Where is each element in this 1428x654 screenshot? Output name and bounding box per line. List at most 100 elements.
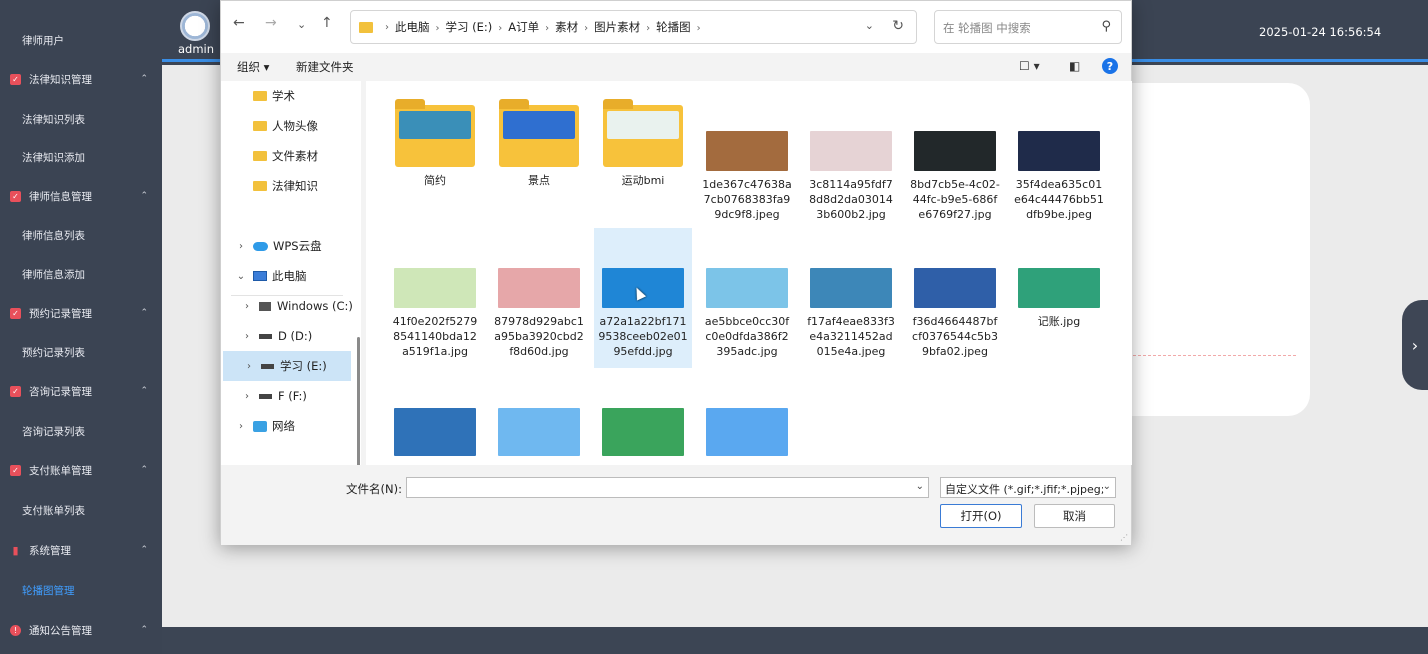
recent-dropdown-icon[interactable]: ⌄: [297, 18, 306, 31]
file-type-select[interactable]: 自定义文件 (*.gif;*.jfif;*.pjpeg; ⌄: [940, 477, 1116, 498]
breadcrumb-item[interactable]: 学习 (E:): [446, 20, 493, 34]
network-icon: [253, 420, 267, 432]
open-button[interactable]: 打开(O): [940, 504, 1022, 528]
chevron-right-icon[interactable]: ›: [241, 301, 253, 312]
breadcrumb-separator-icon[interactable]: ›: [646, 23, 650, 34]
sidebar: 律师用户 ✓ 法律知识管理 ⌃ 法律知识列表 法律知识添加 ✓ 律师信息管理 ⌃ 律师信息列表 律师…: [0, 0, 162, 654]
preview-pane-icon[interactable]: ◧: [1069, 59, 1080, 73]
chevron-down-icon[interactable]: ⌄: [916, 481, 924, 492]
file-item[interactable]: 35f4dea635c01e64c44476bb51dfb9be.jpeg: [1010, 91, 1108, 222]
refresh-icon[interactable]: ↻: [892, 18, 904, 34]
nav-item[interactable]: 文件素材: [221, 141, 353, 171]
breadcrumb-separator-icon[interactable]: ›: [584, 23, 588, 34]
checkbox-icon: ✓: [10, 190, 21, 202]
breadcrumb-item[interactable]: 此电脑: [395, 20, 430, 34]
file-item[interactable]: [386, 396, 484, 462]
file-item[interactable]: [594, 396, 692, 462]
nav-item[interactable]: › WPS云盘: [221, 231, 353, 261]
content-card: [1120, 83, 1310, 416]
forward-arrow-icon[interactable]: →: [265, 15, 277, 31]
breadcrumb-separator-icon[interactable]: ›: [697, 23, 701, 34]
sidebar-item[interactable]: ✓ 律师信息管理 ⌃: [0, 177, 162, 215]
chevron-right-icon[interactable]: ›: [235, 241, 247, 252]
file-item[interactable]: 记账.jpg: [1010, 228, 1108, 329]
nav-item[interactable]: › Windows (C:): [221, 291, 353, 321]
sidebar-item[interactable]: 预约记录列表: [0, 333, 162, 371]
help-icon[interactable]: ?: [1102, 58, 1118, 74]
file-item[interactable]: [698, 396, 796, 462]
file-name: 35f4dea635c01e64c44476bb51dfb9be.jpeg: [1014, 178, 1104, 221]
view-mode-icon[interactable]: ☐ ▾: [1019, 59, 1040, 73]
breadcrumb-separator-icon[interactable]: ›: [545, 23, 549, 34]
sidebar-item[interactable]: 轮播图管理: [0, 571, 162, 609]
nav-item[interactable]: › D (D:): [221, 321, 353, 351]
breadcrumb-item[interactable]: 图片素材: [594, 20, 640, 34]
folder-item[interactable]: 简约: [386, 91, 484, 188]
folder-item[interactable]: 运动bmi: [594, 91, 692, 188]
folder-item[interactable]: 景点: [490, 91, 588, 188]
file-item[interactable]: 3c8114a95fdf78d8d2da030143b600b2.jpg: [802, 91, 900, 222]
sidebar-item[interactable]: 律师用户: [0, 21, 162, 59]
image-thumbnail: [1018, 131, 1100, 171]
nav-item[interactable]: 人物头像: [221, 111, 353, 141]
chevron-down-icon[interactable]: ⌄: [235, 271, 247, 282]
sidebar-item[interactable]: 律师信息添加: [0, 255, 162, 293]
resize-grip-icon[interactable]: ⋰: [1120, 533, 1128, 542]
avatar[interactable]: [180, 11, 210, 41]
nav-item[interactable]: › 网络: [221, 411, 353, 441]
organize-button[interactable]: 组织 ▾: [237, 59, 269, 75]
chevron-right-icon[interactable]: ›: [241, 331, 253, 342]
nav-item[interactable]: 法律知识: [221, 171, 353, 201]
chevron-up-icon: ⌃: [140, 191, 148, 201]
file-item[interactable]: f17af4eae833f3e4a3211452ad015e4a.jpeg: [802, 228, 900, 359]
new-folder-button[interactable]: 新建文件夹: [296, 59, 354, 75]
file-item[interactable]: 87978d929abc1a95ba3920cbd2f8d60d.jpg: [490, 228, 588, 359]
chevron-up-icon: ⌃: [140, 386, 148, 396]
file-item[interactable]: [490, 396, 588, 462]
chevron-down-icon[interactable]: ⌄: [865, 19, 874, 32]
sidebar-item[interactable]: ✓ 支付账单管理 ⌃: [0, 451, 162, 489]
sidebar-item[interactable]: ▮ 系统管理 ⌃: [0, 531, 162, 569]
sidebar-item[interactable]: 法律知识列表: [0, 100, 162, 138]
nav-item-label: F (F:): [278, 389, 307, 403]
nav-item[interactable]: 学术: [221, 81, 353, 111]
file-item[interactable]: 1de367c47638a7cb0768383fa99dc9f8.jpeg: [698, 91, 796, 222]
sidebar-item[interactable]: 支付账单列表: [0, 491, 162, 529]
nav-item[interactable]: › 学习 (E:): [223, 351, 351, 381]
breadcrumb-separator-icon[interactable]: ›: [436, 23, 440, 34]
cancel-button[interactable]: 取消: [1034, 504, 1115, 528]
address-bar[interactable]: › 此电脑 › 学习 (E:) › A订单 › 素材 › 图片素材 › 轮播图 › ⌄ ↻: [350, 10, 917, 44]
breadcrumb-item[interactable]: 轮播图: [656, 20, 691, 34]
sidebar-item[interactable]: 咨询记录列表: [0, 412, 162, 450]
file-item[interactable]: f36d4664487bfcf0376544c5b39bfa02.jpeg: [906, 228, 1004, 359]
search-input[interactable]: 在 轮播图 中搜索 ⚲: [934, 10, 1122, 44]
nav-item[interactable]: ⌄ 此电脑: [221, 261, 353, 291]
chevron-right-icon[interactable]: ›: [235, 421, 247, 432]
breadcrumb-item[interactable]: 素材: [555, 20, 578, 34]
file-item[interactable]: ae5bbce0cc30fc0e0dfda386f2395adc.jpg: [698, 228, 796, 359]
admin-label[interactable]: admin: [178, 42, 214, 56]
nav-item[interactable]: › F (F:): [221, 381, 353, 411]
nav-item-label: 此电脑: [272, 269, 307, 283]
sidebar-item[interactable]: ✓ 预约记录管理 ⌃: [0, 294, 162, 332]
sidebar-item-label: 轮播图管理: [22, 584, 75, 597]
file-item[interactable]: 8bd7cb5e-4c02-44fc-b9e5-686fe6769f27.jpg: [906, 91, 1004, 222]
sidebar-item[interactable]: 法律知识添加: [0, 138, 162, 176]
sidebar-item[interactable]: 律师信息列表: [0, 216, 162, 254]
chevron-right-icon[interactable]: ›: [241, 391, 253, 402]
back-arrow-icon[interactable]: ←: [233, 15, 245, 31]
breadcrumb-separator-icon[interactable]: ›: [498, 23, 502, 34]
file-list: 简约 景点 运动bmi 1de367c47638a7cb0768383fa99dc9f…: [366, 81, 1132, 465]
file-item[interactable]: 41f0e202f52798541140bda12a519f1a.jpg: [386, 228, 484, 359]
expand-panel-button[interactable]: ›: [1402, 300, 1428, 390]
sidebar-item[interactable]: ! 通知公告管理 ⌃: [0, 611, 162, 649]
sidebar-item-label: 支付账单列表: [22, 504, 85, 517]
file-item[interactable]: a72a1a22bf1719538ceeb02e0195efdd.jpg: [594, 228, 692, 368]
filename-input[interactable]: ⌄: [406, 477, 929, 498]
sidebar-item[interactable]: ✓ 咨询记录管理 ⌃: [0, 372, 162, 410]
sidebar-item[interactable]: ✓ 法律知识管理 ⌃: [0, 60, 162, 98]
chevron-right-icon[interactable]: ›: [243, 361, 255, 372]
sidebar-item-label: 律师信息管理: [29, 190, 92, 203]
up-arrow-icon[interactable]: ↑: [321, 15, 333, 31]
breadcrumb-item[interactable]: A订单: [508, 20, 539, 34]
